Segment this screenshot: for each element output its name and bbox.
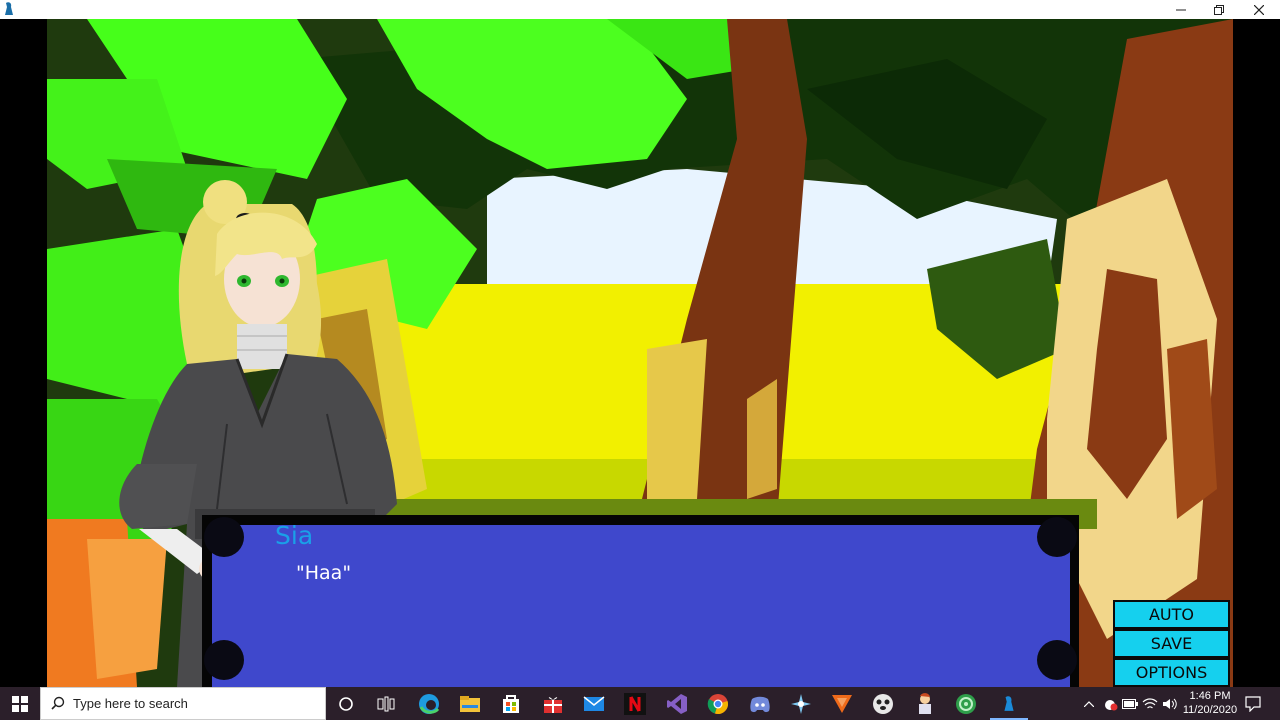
tray-app-icon [1105,699,1118,710]
green-app-icon [956,694,976,714]
clock-date: 11/20/2020 [1182,704,1238,716]
dialog-corner-top-left [204,517,244,557]
vivaldi-button[interactable] [829,691,855,717]
character-app-button[interactable] [912,691,938,717]
notification-icon [1245,695,1261,712]
clock-time: 1:46 PM [1189,690,1231,702]
gift-app-button[interactable] [540,691,566,717]
chrome-button[interactable] [705,691,731,717]
speaker-name: Sia [275,521,314,550]
close-button[interactable] [1239,0,1279,19]
visual-studio-button[interactable] [664,691,690,717]
task-view-icon [377,696,395,712]
netflix-icon [624,693,646,715]
vivaldi-icon [832,695,852,713]
volume-icon [1163,698,1177,709]
discord-icon [750,696,770,713]
tray-app-button[interactable] [1100,687,1120,720]
windows-icon [12,695,28,712]
search-placeholder: Type here to search [73,696,188,711]
edge-icon [419,694,440,714]
green-app-button[interactable] [953,691,979,717]
minimize-button[interactable] [1161,0,1201,19]
chrome-icon [707,694,728,714]
chevron-up-icon [1084,700,1094,707]
task-view-button[interactable] [373,691,399,717]
gift-app-icon [544,697,562,713]
discord-button[interactable] [747,691,773,717]
panda-app-icon [873,694,893,714]
character-app-icon [919,693,931,714]
panda-app-button[interactable] [870,691,896,717]
search-box[interactable]: Type here to search [40,687,326,720]
file-explorer-icon [460,696,480,712]
visual-studio-icon [667,694,687,714]
wifi-icon [1142,697,1158,708]
mail-icon [583,696,605,711]
game-window-icon [1004,696,1014,711]
dialog-corner-bottom-right [1037,640,1077,680]
maximize-icon [1214,4,1224,15]
battery-icon [1122,698,1138,709]
auto-button[interactable]: AUTO [1113,600,1230,629]
app-icon [5,2,13,15]
store-icon [503,695,519,713]
search-icon [51,696,65,710]
battery-button[interactable] [1120,687,1140,720]
cortana-icon [339,697,353,711]
taskbar: Type here to search 1:46 PM 11/20/2020 [0,687,1280,720]
clock[interactable]: 1:46 PM 11/20/2020 [1180,689,1240,717]
mail-button[interactable] [581,691,607,717]
notifications-button[interactable] [1242,687,1264,720]
game-window-button[interactable] [996,691,1022,717]
cortana-button[interactable] [333,691,359,717]
dialog-corner-top-right [1037,517,1077,557]
start-button[interactable] [0,687,40,720]
netflix-button[interactable] [622,691,648,717]
show-hidden-icons-button[interactable] [1080,687,1098,720]
maximize-button[interactable] [1199,0,1239,19]
window-title-bar [0,0,1280,19]
dialog-box[interactable] [212,525,1070,687]
minimize-icon [1176,9,1186,10]
close-icon [1254,4,1264,15]
save-button[interactable]: SAVE [1113,629,1230,658]
store-button[interactable] [498,691,524,717]
options-button[interactable]: OPTIONS [1113,658,1230,687]
game-app-button[interactable] [788,691,814,717]
dialog-text: "Haa" [296,562,352,584]
dialog-corner-bottom-left [204,640,244,680]
file-explorer-button[interactable] [457,691,483,717]
game-app-icon [791,694,811,714]
wifi-button[interactable] [1140,687,1160,720]
volume-button[interactable] [1160,687,1180,720]
edge-button[interactable] [416,691,442,717]
